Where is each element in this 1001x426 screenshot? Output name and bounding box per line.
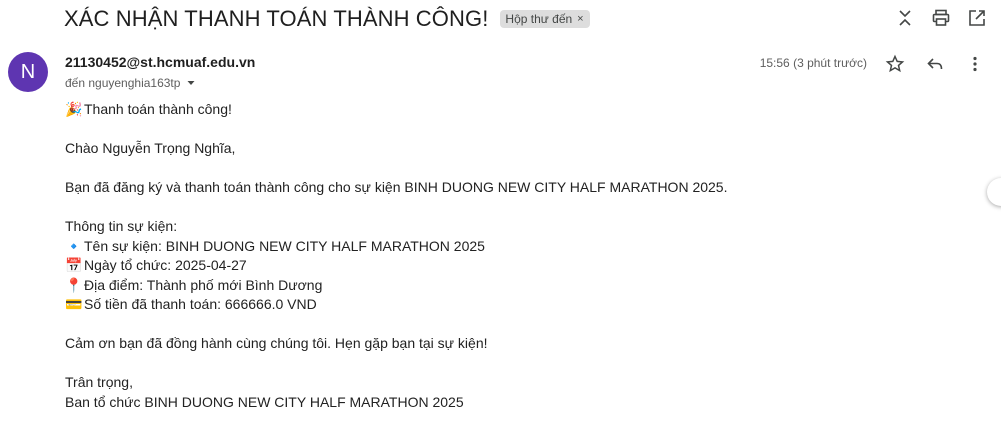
calendar-icon: 📅 xyxy=(65,257,83,273)
party-popper-icon: 🎉 xyxy=(65,101,83,117)
email-view: XÁC NHẬN THANH TOÁN THÀNH CÔNG! Hộp thư … xyxy=(0,0,1001,426)
thanks-text: Cảm ơn bạn đã đồng hành cùng chúng tôi. … xyxy=(65,335,488,351)
payment-success-line: 🎉 Thanh toán thành công! xyxy=(65,100,965,120)
avatar[interactable]: N xyxy=(8,52,48,92)
greeting: Chào Nguyễn Trọng Nghĩa, xyxy=(65,140,236,156)
label-chip-inbox[interactable]: Hộp thư đến × xyxy=(500,10,590,28)
star-icon[interactable] xyxy=(885,54,905,74)
credit-card-icon: 💳 xyxy=(65,296,83,312)
email-timestamp: 15:56 (3 phút trước) xyxy=(759,56,867,70)
collapse-icon[interactable] xyxy=(895,8,915,28)
event-date-text: Ngày tổ chức: 2025-04-27 xyxy=(84,257,247,273)
event-location-line: 📍 Địa điểm: Thành phố mới Bình Dương xyxy=(65,276,965,296)
event-name-line: 🔹 Tên sự kiện: BINH DUONG NEW CITY HALF M… xyxy=(65,237,965,257)
label-chip-text: Hộp thư đến xyxy=(505,12,573,26)
payment-amount-line: 💳 Số tiền đã thanh toán: 666666.0 VND xyxy=(65,295,965,315)
email-body: 🎉 Thanh toán thành công! Chào Nguyễn Trọn… xyxy=(65,100,965,412)
message-actions xyxy=(885,54,985,74)
remove-label-icon[interactable]: × xyxy=(577,13,583,25)
subject-row: XÁC NHẬN THANH TOÁN THÀNH CÔNG! Hộp thư … xyxy=(64,4,590,34)
event-date-line: 📅 Ngày tổ chức: 2025-04-27 xyxy=(65,256,965,276)
event-info-header: Thông tin sự kiện: xyxy=(65,218,178,234)
map-pin-icon: 📍 xyxy=(65,276,83,293)
side-panel-toggle[interactable] xyxy=(987,178,1001,206)
signature-text: Ban tổ chức BINH DUONG NEW CITY HALF MAR… xyxy=(65,393,464,410)
open-in-new-window-icon[interactable] xyxy=(967,8,987,28)
thread-actions xyxy=(895,8,987,28)
print-icon[interactable] xyxy=(931,8,951,28)
blue-diamond-icon: 🔹 xyxy=(65,237,83,254)
email-subject: XÁC NHẬN THANH TOÁN THÀNH CÔNG! xyxy=(64,6,489,31)
payment-amount-text: Số tiền đã thanh toán: 666666.0 VND xyxy=(84,296,317,312)
recipient-text: đến nguyenghia163tp xyxy=(65,76,181,90)
recipient-line: đến nguyenghia163tp xyxy=(65,76,196,90)
event-location-text: Địa điểm: Thành phố mới Bình Dương xyxy=(84,276,323,293)
event-name-text: Tên sự kiện: BINH DUONG NEW CITY HALF MA… xyxy=(84,237,485,254)
signoff-text: Trân trọng, xyxy=(65,374,133,390)
sender-address: 21130452@st.hcmuaf.edu.vn xyxy=(65,54,256,70)
reply-icon[interactable] xyxy=(925,54,945,74)
payment-success-text: Thanh toán thành công! xyxy=(84,101,232,117)
intro-text: Bạn đã đăng ký và thanh toán thành công … xyxy=(65,179,728,195)
more-vert-icon[interactable] xyxy=(965,54,985,74)
chevron-down-icon[interactable] xyxy=(186,78,196,88)
